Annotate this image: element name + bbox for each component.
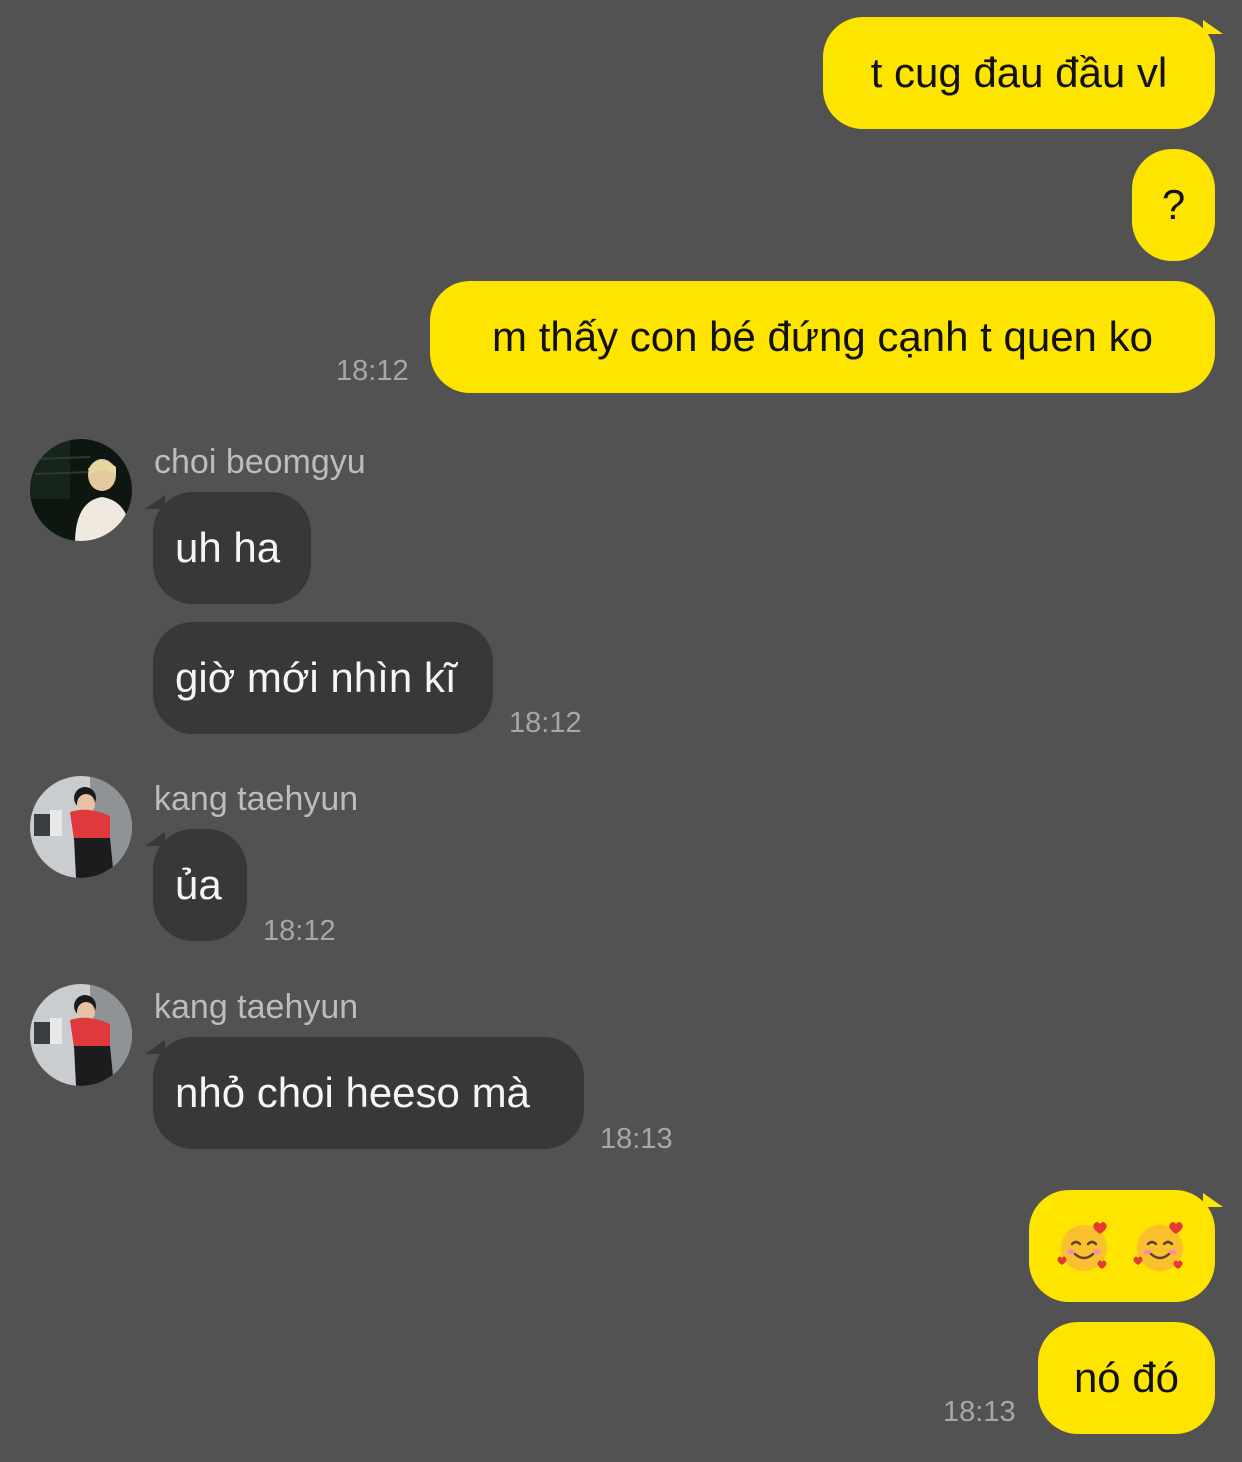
sender-name: kang taehyun [154, 780, 359, 818]
sender-name: kang taehyun [154, 988, 359, 1026]
bubble-tail [145, 495, 165, 509]
sender-name: choi beomgyu [154, 443, 366, 481]
bubble-tail [1203, 1193, 1223, 1207]
incoming-message-bubble[interactable]: nhỏ choi heeso mà [153, 1037, 584, 1149]
incoming-message-bubble[interactable]: ủa [153, 829, 247, 941]
incoming-message-bubble[interactable]: giờ mới nhìn kĩ [153, 622, 493, 734]
bubble-tail [145, 1040, 165, 1054]
message-timestamp: 18:12 [509, 707, 582, 739]
smiling-face-with-hearts-icon [1056, 1218, 1112, 1274]
incoming-message-bubble[interactable]: uh ha [153, 492, 311, 604]
outgoing-message-bubble[interactable]: t cug đau đầu vl [823, 17, 1215, 129]
message-timestamp: 18:12 [336, 355, 409, 387]
outgoing-emoji-bubble[interactable] [1029, 1190, 1215, 1302]
contact-avatar[interactable] [30, 439, 132, 541]
bubble-tail [145, 832, 165, 846]
contact-avatar[interactable] [30, 984, 132, 1086]
outgoing-message-bubble[interactable]: nó đó [1038, 1322, 1215, 1434]
contact-avatar[interactable] [30, 776, 132, 878]
bubble-tail [1203, 20, 1223, 34]
outgoing-message-bubble[interactable]: m thấy con bé đứng cạnh t quen ko [430, 281, 1215, 393]
outgoing-message-bubble[interactable]: ? [1132, 149, 1215, 261]
message-timestamp: 18:13 [600, 1123, 673, 1155]
message-timestamp: 18:13 [943, 1396, 1016, 1428]
message-timestamp: 18:12 [263, 915, 336, 947]
smiling-face-with-hearts-icon [1132, 1218, 1188, 1274]
